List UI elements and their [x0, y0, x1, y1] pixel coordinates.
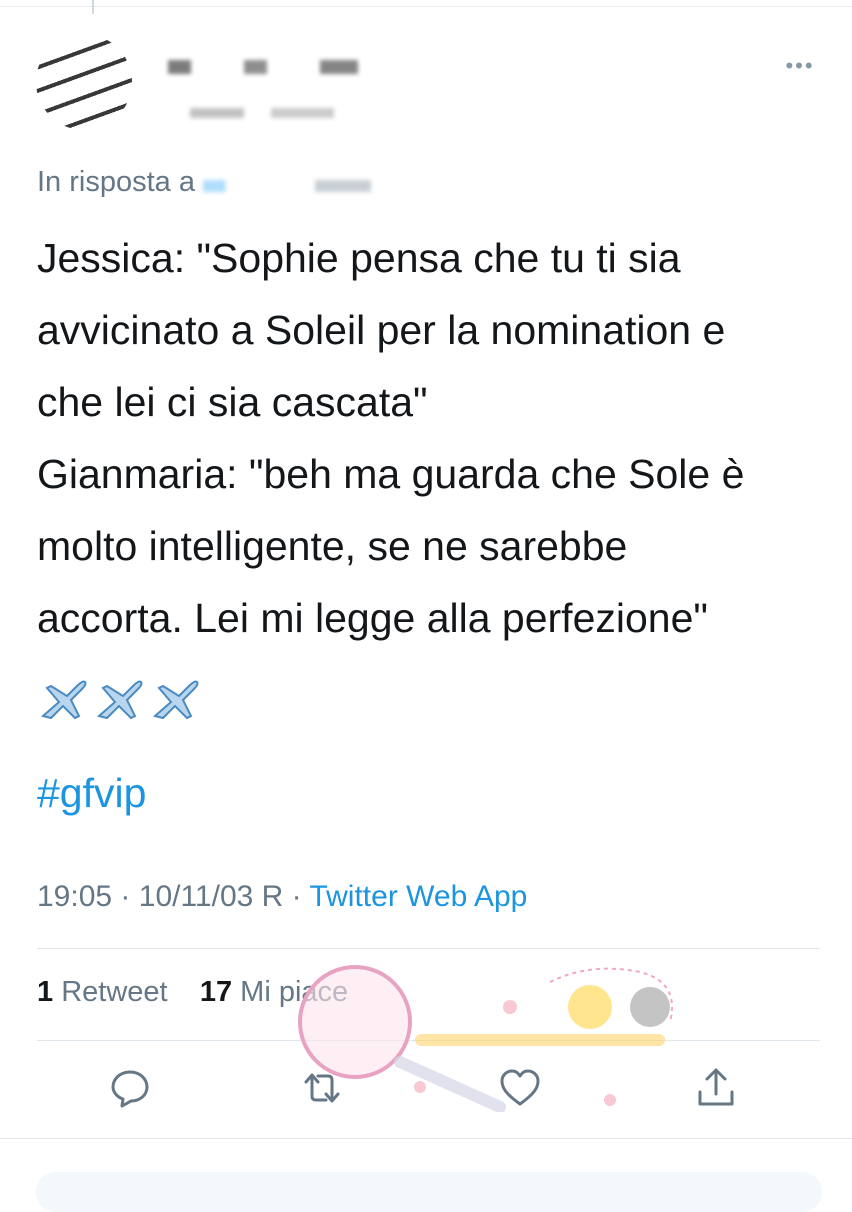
tweet-stats: 1 Retweet 17 Mi piace [37, 976, 348, 1009]
tweet-metadata: 19:05 · 10/11/03 R · Twitter Web App [37, 880, 527, 914]
retweet-icon [304, 1073, 340, 1103]
divider [0, 1138, 852, 1139]
likes-stat[interactable]: 17 Mi piace [200, 976, 348, 1008]
tweet-time[interactable]: 19:05 [37, 880, 112, 913]
like-button[interactable] [498, 1066, 546, 1114]
reply-compose-bar[interactable] [36, 1172, 822, 1212]
avatar[interactable] [36, 34, 132, 130]
airplane-emoji [152, 680, 199, 720]
divider [37, 1040, 820, 1041]
airplane-emoji [40, 680, 87, 720]
username-redacted[interactable] [190, 108, 370, 118]
tweet-line: che lei ci sia cascata" [37, 379, 428, 425]
reply-mention-redacted[interactable] [202, 179, 483, 192]
reply-context: In risposta a [37, 166, 483, 199]
hashtag-link[interactable]: #gfvip [37, 768, 146, 818]
heart-icon [500, 1069, 540, 1106]
airplane-emoji-row [37, 672, 201, 724]
share-icon [698, 1068, 734, 1106]
tweet-line: molto intelligente, se ne sarebbe [37, 523, 628, 569]
retweet-label: Retweet [61, 976, 168, 1008]
divider [37, 948, 820, 949]
like-label: Mi piace [240, 976, 349, 1008]
tweet-line: avvicinato a Soleil per la nomination e [37, 307, 726, 353]
meta-separator: · [120, 880, 131, 913]
top-scroll-tick [92, 0, 94, 14]
retweets-stat[interactable]: 1 Retweet [37, 976, 168, 1008]
tweet-line: accorta. Lei mi legge alla perfezione" [37, 595, 708, 641]
tweet-source-link[interactable]: Twitter Web App [309, 880, 527, 913]
meta-separator: · [291, 880, 302, 913]
reply-icon [111, 1070, 149, 1108]
airplane-emoji [96, 680, 143, 720]
top-divider [0, 6, 852, 7]
like-count: 17 [199, 976, 233, 1008]
display-name-redacted[interactable] [168, 60, 358, 74]
tweet-date[interactable]: 10/11/03 R [139, 880, 284, 913]
reply-prefix: In risposta a [37, 166, 195, 198]
share-button[interactable] [694, 1066, 742, 1114]
reply-button[interactable] [108, 1066, 156, 1114]
retweet-count: 1 [37, 976, 54, 1008]
retweet-button[interactable] [300, 1066, 348, 1114]
tweet-line: Jessica: "Sophie pensa che tu ti sia [37, 235, 681, 281]
more-options-icon[interactable]: ••• [780, 55, 820, 84]
tweet-line: Gianmaria: "beh ma guarda che Sole è [37, 451, 745, 497]
tweet-text: Jessica: "Sophie pensa che tu ti sia avv… [37, 222, 827, 654]
